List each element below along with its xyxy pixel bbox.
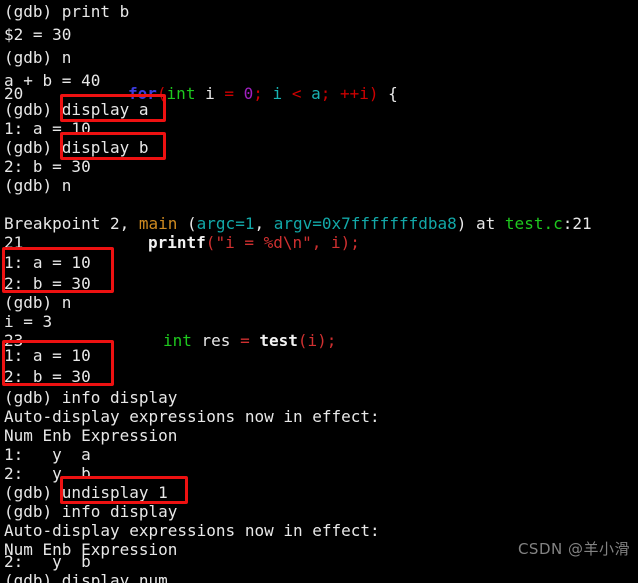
command-display-num: (gdb) display num xyxy=(4,571,168,583)
auto-display-b: 2: b = 30 xyxy=(4,367,91,386)
cond-var-i: i xyxy=(262,84,292,103)
at-keyword: at xyxy=(466,214,505,233)
printf-args: , i); xyxy=(311,233,360,252)
terminal-line: 1: a = 10 xyxy=(4,344,91,367)
function-test: test xyxy=(249,331,298,350)
line-text: $2 = 30 xyxy=(4,25,72,44)
punct-paren-close: ) xyxy=(368,84,379,103)
var-res: res xyxy=(191,331,241,350)
punct-paren-open: ( xyxy=(156,84,167,103)
source-line-number: 21 xyxy=(4,233,24,252)
csdn-watermark: CSDN @羊小滑 xyxy=(517,540,630,558)
punct-semicolon-2: ; xyxy=(320,84,331,103)
terminal-line: (gdb) n xyxy=(4,46,71,69)
punct-paren-close: ) xyxy=(456,214,467,233)
auto-display-a: 1: a = 10 xyxy=(4,253,91,272)
punct-semicolon-1: ; xyxy=(253,84,263,103)
source-file-name: test.c xyxy=(504,214,563,233)
var-i: i xyxy=(195,84,225,103)
cond-var-a: a xyxy=(301,84,321,103)
terminal-line: $2 = 30 xyxy=(4,23,71,46)
string-literal: "i = %d\n" xyxy=(215,233,312,252)
function-printf: printf xyxy=(148,233,206,252)
line-text: (gdb) print b xyxy=(4,2,130,21)
punct-brace-open: { xyxy=(378,84,398,103)
line-text: (gdb) n xyxy=(4,48,72,67)
terminal-line: (gdb) print b xyxy=(4,0,129,23)
terminal-line: 1: a = 10 xyxy=(4,251,91,274)
terminal-line: 2: b = 30 xyxy=(4,365,91,388)
source-code-20: for(int i = 0; i < a; ++i) { xyxy=(128,82,398,105)
gdb-terminal[interactable]: (gdb) print b $2 = 30 (gdb) n a + b = 40… xyxy=(0,0,638,583)
op-increment: ++i xyxy=(330,84,369,103)
call-args: (i); xyxy=(297,331,337,350)
literal-zero: 0 xyxy=(234,84,254,103)
type-int: int xyxy=(163,331,192,350)
op-assign: = xyxy=(240,331,250,350)
op-less-than: < xyxy=(291,84,302,103)
source-code-23: int res = test(i); xyxy=(163,329,336,352)
auto-display-a: 1: a = 10 xyxy=(4,346,91,365)
source-line-number: :21 xyxy=(562,214,592,233)
terminal-line: (gdb) n xyxy=(4,174,71,197)
source-code-21: printf("i = %d\n", i); xyxy=(148,231,360,254)
terminal-line: (gdb) display num xyxy=(4,569,168,583)
punct-paren-open: ( xyxy=(205,233,216,252)
line-text: (gdb) n xyxy=(4,176,72,195)
op-assign: = xyxy=(224,84,234,103)
type-int: int xyxy=(166,84,196,103)
breakpoint-label: Breakpoint 2, xyxy=(4,214,139,233)
